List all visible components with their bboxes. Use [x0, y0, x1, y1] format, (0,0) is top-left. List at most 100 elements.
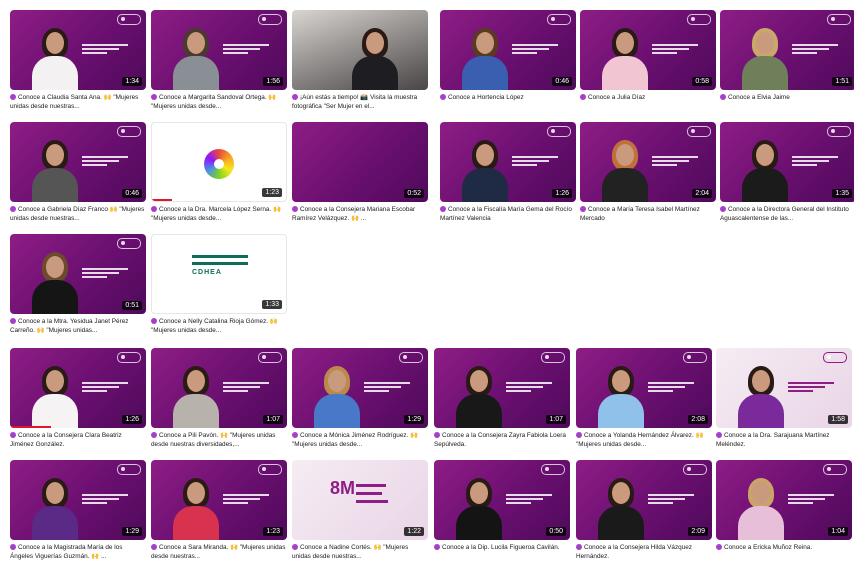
video-card[interactable]: 1:29 Conoce a la Magistrada María de los… [10, 460, 146, 561]
video-card[interactable]: 1:07 Conoce a Pili Pavón. 🙌 "Mujeres uni… [151, 348, 287, 449]
video-card[interactable]: CDHEA 1:33 Conoce a Nelly Catalina Rioja… [151, 234, 287, 335]
video-title[interactable]: Conoce a Elvia Jaime [720, 93, 854, 102]
video-card[interactable]: 0:58 Conoce a Julia Díaz [580, 10, 716, 102]
video-title[interactable]: Conoce a la Magistrada María de los Ánge… [10, 543, 146, 561]
video-card[interactable]: 2:08 Conoce a Yolanda Hernández Álvarez.… [576, 348, 712, 449]
video-thumbnail[interactable]: 0:51 [10, 234, 146, 314]
video-thumbnail[interactable]: 1:34 [10, 10, 146, 90]
video-card[interactable]: 1:26 Conoce a la Fiscalía María Gema del… [440, 122, 576, 223]
channel-logo-icon [399, 352, 423, 363]
video-title[interactable]: Conoce a la Consejera Clara Beatriz Jimé… [10, 431, 146, 449]
name-lower-third [82, 268, 128, 278]
video-title[interactable]: Conoce a la Fiscalía María Gema del Rocí… [440, 205, 576, 223]
video-card[interactable]: 1:23 Conoce a Sara Miranda. 🙌 "Mujeres u… [151, 460, 287, 561]
speaker-figure [742, 140, 788, 202]
video-card[interactable]: 1:51 Conoce a Elvia Jaime [720, 10, 854, 102]
video-card[interactable]: 2:04 Conoce a María Teresa Isabel Martín… [580, 122, 716, 223]
name-lower-third [792, 44, 838, 54]
video-card[interactable]: 1:58 Conoce a la Dra. Sarajuana Martínez… [716, 348, 852, 449]
video-title[interactable]: Conoce a la Dra. Marcela López Serna. 🙌 … [151, 205, 287, 223]
video-title[interactable]: Conoce a Gabriela Díaz Franco 🙌 "Mujeres… [10, 205, 146, 223]
video-card[interactable]: 0:52 Conoce a la Consejera Mariana Escob… [292, 122, 428, 223]
video-thumbnail[interactable] [292, 10, 428, 90]
video-thumbnail[interactable]: 1:29 [292, 348, 428, 428]
video-thumbnail[interactable]: 1:07 [151, 348, 287, 428]
video-title[interactable]: Conoce a la Consejera Mariana Escobar Ra… [292, 205, 428, 223]
video-title[interactable]: Conoce a Margarita Sandoval Ortega. 🙌 "M… [151, 93, 287, 111]
duration-badge: 1:07 [263, 415, 283, 424]
video-thumbnail[interactable]: 0:46 [10, 122, 146, 202]
video-title[interactable]: Conoce a la Consejera Hilda Vázquez Hern… [576, 543, 712, 561]
video-title[interactable]: Conoce a Pili Pavón. 🙌 "Mujeres unidas d… [151, 431, 287, 449]
duration-badge: 1:23 [262, 188, 282, 197]
video-title[interactable]: Conoce a Yolanda Hernández Álvarez. 🙌 "M… [576, 431, 712, 449]
purple-heart-icon [716, 544, 722, 550]
video-title[interactable]: Conoce a Ericka Muñoz Reina. [716, 543, 852, 552]
video-title[interactable]: Conoce a Sara Miranda. 🙌 "Mujeres unidas… [151, 543, 287, 561]
video-thumbnail[interactable]: 0:50 [434, 460, 570, 540]
video-thumbnail[interactable]: 1:58 [716, 348, 852, 428]
video-thumbnail[interactable]: 1:04 [716, 460, 852, 540]
video-thumbnail[interactable]: 1:35 [720, 122, 854, 202]
speaker-figure [602, 140, 648, 202]
video-card[interactable]: 2:09 Conoce a la Consejera Hilda Vázquez… [576, 460, 712, 561]
video-thumbnail[interactable]: 1:51 [720, 10, 854, 90]
video-thumbnail[interactable]: 2:09 [576, 460, 712, 540]
duration-badge: 1:22 [404, 527, 424, 536]
purple-heart-icon [10, 94, 16, 100]
video-card[interactable]: 1:35 Conoce a la Directora General del I… [720, 122, 854, 223]
video-thumbnail[interactable]: 2:04 [580, 122, 716, 202]
video-card[interactable]: 0:46 Conoce a Hortencia López [440, 10, 576, 102]
video-title[interactable]: Conoce a María Teresa Isabel Martínez Me… [580, 205, 716, 223]
video-title[interactable]: Conoce a Claudia Santa Ana. 🙌 "Mujeres u… [10, 93, 146, 111]
event-poster-graphic: 8M [330, 478, 390, 522]
name-lower-third [223, 44, 269, 54]
video-title[interactable]: Conoce a la Directora General del Instit… [720, 205, 854, 223]
video-thumbnail[interactable]: 0:46 [440, 10, 576, 90]
video-card[interactable]: 1:34 Conoce a Claudia Santa Ana. 🙌 "Muje… [10, 10, 146, 111]
video-card[interactable]: 1:26 Conoce a la Consejera Clara Beatriz… [10, 348, 146, 449]
video-thumbnail[interactable]: 8M 1:22 [292, 460, 428, 540]
video-card[interactable]: 1:07 Conoce a la Consejera Zayra Fabiola… [434, 348, 570, 449]
video-card[interactable]: 8M 1:22 Conoce a Nadine Cortés. 🙌 "Mujer… [292, 460, 428, 561]
video-card[interactable]: 0:51 Conoce a la Mtra. Yesidua Janet Pér… [10, 234, 146, 335]
duration-badge: 1:51 [832, 77, 852, 86]
channel-logo-icon [258, 464, 282, 475]
video-thumbnail[interactable]: 1:23 [151, 460, 287, 540]
video-title[interactable]: Conoce a Hortencia López [440, 93, 576, 102]
video-title[interactable]: Conoce a Mónica Jiménez Rodríguez. 🙌 "Mu… [292, 431, 428, 449]
video-thumbnail[interactable]: 1:26 [440, 122, 576, 202]
channel-logo-icon [827, 14, 851, 25]
video-card[interactable]: 1:56 Conoce a Margarita Sandoval Ortega.… [151, 10, 287, 111]
purple-heart-icon [720, 94, 726, 100]
channel-logo-icon [687, 126, 711, 137]
video-title[interactable]: Conoce a la Mtra. Yesidua Janet Pérez Ca… [10, 317, 146, 335]
video-title[interactable]: Conoce a Nadine Cortés. 🙌 "Mujeres unida… [292, 543, 428, 561]
video-title[interactable]: Conoce a la Dra. Sarajuana Martínez Melé… [716, 431, 852, 449]
video-card[interactable]: 0:46 Conoce a Gabriela Díaz Franco 🙌 "Mu… [10, 122, 146, 223]
video-card[interactable]: 0:50 Conoce a la Dip. Lucila Figueroa Ca… [434, 460, 570, 552]
name-lower-third [788, 494, 834, 504]
video-thumbnail[interactable]: 0:52 [292, 122, 428, 202]
video-title[interactable]: Conoce a Nelly Catalina Rioja Gómez. 🙌 "… [151, 317, 287, 335]
video-card[interactable]: 1:04 Conoce a Ericka Muñoz Reina. [716, 460, 852, 552]
duration-badge: 1:33 [262, 300, 282, 309]
video-card[interactable]: 1:29 Conoce a Mónica Jiménez Rodríguez. … [292, 348, 428, 449]
video-thumbnail[interactable]: 1:26 [10, 348, 146, 428]
video-thumbnail[interactable]: 1:07 [434, 348, 570, 428]
video-thumbnail[interactable]: CDHEA 1:33 [151, 234, 287, 314]
video-thumbnail[interactable]: 1:56 [151, 10, 287, 90]
video-title[interactable]: Conoce a la Consejera Zayra Fabiola Loer… [434, 431, 570, 449]
video-card[interactable]: 1:23 Conoce a la Dra. Marcela López Sern… [151, 122, 287, 223]
video-thumbnail[interactable]: 1:29 [10, 460, 146, 540]
video-thumbnail[interactable]: 2:08 [576, 348, 712, 428]
video-title[interactable]: ¡Aún estás a tiempo! 📸 Visita la muestra… [292, 93, 428, 111]
video-title[interactable]: Conoce a Julia Díaz [580, 93, 716, 102]
speaker-figure [173, 366, 219, 428]
video-title[interactable]: Conoce a la Dip. Lucila Figueroa Cavilán… [434, 543, 570, 552]
video-card[interactable]: ¡Aún estás a tiempo! 📸 Visita la muestra… [292, 10, 428, 111]
duration-badge: 0:50 [546, 527, 566, 536]
video-thumbnail[interactable]: 0:58 [580, 10, 716, 90]
video-thumbnail[interactable]: 1:23 [151, 122, 287, 202]
name-lower-third [82, 156, 128, 166]
